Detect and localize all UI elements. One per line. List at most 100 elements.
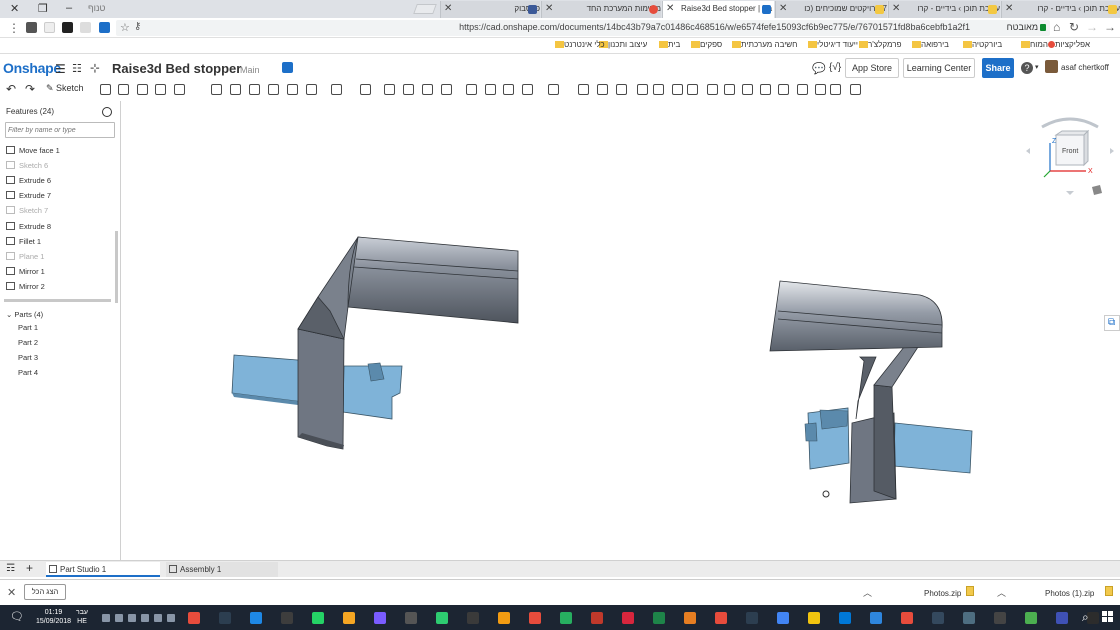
extension-icon[interactable]: [26, 22, 37, 33]
tab-assembly-1[interactable]: Assembly 1: [166, 562, 278, 577]
close-icon[interactable]: ✕: [444, 1, 452, 17]
feature-item[interactable]: Mirror 1: [6, 266, 45, 280]
part-item[interactable]: Part 1: [18, 323, 38, 332]
linear-pattern-icon[interactable]: [331, 84, 342, 95]
delete-part-icon[interactable]: [441, 84, 452, 95]
paint-icon[interactable]: [932, 612, 944, 624]
configure-icon[interactable]: ⊹: [90, 61, 100, 75]
chrome-icon[interactable]: [343, 612, 355, 624]
extension-icon[interactable]: [99, 22, 110, 33]
skype-icon[interactable]: [250, 612, 262, 624]
close-icon[interactable]: ✕: [779, 1, 787, 17]
bookmark-item[interactable]: בירפואה: [909, 40, 949, 49]
part-item[interactable]: Part 4: [18, 368, 38, 377]
add-tab-icon[interactable]: +: [26, 561, 33, 575]
bookmark-item[interactable]: ספקים: [688, 40, 722, 49]
snip-icon[interactable]: [901, 612, 913, 624]
profile-name[interactable]: טנוף: [88, 3, 105, 13]
settings-icon[interactable]: [1087, 612, 1099, 624]
tab-list-icon[interactable]: ☶: [6, 563, 15, 574]
tab-projects[interactable]: ✕ 7 פרויקטים שמוכיחים (כו: [775, 1, 887, 18]
language-indicator[interactable]: עבר HE: [76, 608, 88, 626]
chevron-up-icon[interactable]: ︿: [997, 586, 1006, 599]
feature-item[interactable]: Fillet 1: [6, 236, 41, 250]
tab-part-studio-1[interactable]: Part Studio 1: [46, 562, 160, 577]
forward-icon[interactable]: →: [1086, 20, 1098, 34]
notification-icon[interactable]: 🗨: [10, 610, 24, 623]
download-item-photos-1[interactable]: Photos (1).zip: [1045, 589, 1094, 598]
rotate-right-icon[interactable]: [1110, 148, 1114, 154]
learning-center-button[interactable]: Learning Center: [903, 58, 975, 78]
chevron-up-icon[interactable]: ︿: [863, 586, 872, 599]
close-icon[interactable]: ✕: [7, 586, 16, 599]
explorer-icon[interactable]: [467, 612, 479, 624]
right-panel-toggle[interactable]: ⧉: [1104, 315, 1120, 331]
tab-facebook[interactable]: ✕ פייסבוק: [440, 1, 540, 18]
redo-icon[interactable]: ↷: [25, 82, 35, 96]
graphics-viewport[interactable]: Front Z X ⧉: [122, 101, 1120, 560]
bookmark-star-icon[interactable]: ☆: [120, 21, 130, 34]
rollback-clock-icon[interactable]: [102, 107, 112, 117]
mirror-icon[interactable]: [485, 84, 496, 95]
photos2-icon[interactable]: [870, 612, 882, 624]
view-options-icon[interactable]: [1092, 185, 1102, 195]
part-right-stopper[interactable]: [769, 280, 973, 504]
view-cube[interactable]: Front Z X: [1022, 113, 1120, 203]
helix-icon[interactable]: [597, 84, 608, 95]
sketch-button[interactable]: ✎ Sketch: [46, 83, 84, 94]
tray-icon[interactable]: [141, 614, 149, 622]
bookmark-item[interactable]: ייעוד דיגיטלי: [805, 40, 858, 49]
spotify-icon[interactable]: [963, 612, 975, 624]
inkscape-icon[interactable]: [374, 612, 386, 624]
finish-icon[interactable]: [830, 84, 841, 95]
tab-content-edit-1[interactable]: ✕ עריכת תוכן › בידיים - קרו: [888, 1, 1000, 18]
document-title[interactable]: Raise3d Bed stopper: [112, 61, 241, 76]
share-button[interactable]: Share: [982, 58, 1014, 78]
evernote-icon[interactable]: [560, 612, 572, 624]
mass-properties-icon[interactable]: [653, 84, 664, 95]
reload-icon[interactable]: ↻: [1069, 20, 1079, 34]
user-name[interactable]: asaf chertkoff: [1061, 63, 1109, 72]
bookmark-apps[interactable]: אפליקציות: [1045, 40, 1090, 49]
maps-icon[interactable]: [1025, 612, 1037, 624]
bookmark-item[interactable]: בית: [656, 40, 680, 49]
move-face-icon[interactable]: [503, 84, 514, 95]
sketch-icon[interactable]: [808, 612, 820, 624]
feature-item[interactable]: Extrude 7: [6, 191, 51, 204]
boolean-icon[interactable]: [384, 84, 395, 95]
onshape-logo[interactable]: Onshape: [3, 60, 61, 76]
files-icon[interactable]: [994, 612, 1006, 624]
mate-connector-icon[interactable]: [616, 84, 627, 95]
gimp-icon[interactable]: [529, 612, 541, 624]
bookmark-item[interactable]: פרמקלצ'ר: [856, 40, 901, 49]
taskbar-clock[interactable]: 01:19 15/09/2018: [36, 608, 71, 626]
close-icon[interactable]: ✕: [545, 1, 553, 17]
loft-icon[interactable]: [155, 84, 166, 95]
key-icon[interactable]: ⚷: [134, 21, 141, 32]
modify-fillet-icon[interactable]: [466, 84, 477, 95]
undo-icon[interactable]: ↶: [6, 82, 16, 96]
extension-icon[interactable]: [80, 22, 91, 33]
search-icon[interactable]: ⌕: [1082, 610, 1089, 625]
blender-icon[interactable]: [405, 612, 417, 624]
skype-biz-icon[interactable]: [839, 612, 851, 624]
close-icon[interactable]: ✕: [1005, 1, 1013, 17]
hamburger-menu-icon[interactable]: ☰: [55, 62, 66, 76]
section-view-icon[interactable]: [672, 84, 683, 95]
model-canvas[interactable]: [122, 101, 1120, 560]
sweep-icon[interactable]: [137, 84, 148, 95]
split-icon[interactable]: [403, 84, 414, 95]
tab-content-edit-2[interactable]: ✕ עריכת תוכן › בידיים - קרו: [1001, 1, 1120, 18]
menu-icon[interactable]: ⋮: [8, 21, 20, 35]
window-maximize-icon[interactable]: ❐: [38, 2, 48, 15]
workspace-label[interactable]: Main: [240, 65, 260, 75]
variable-icon[interactable]: [707, 84, 718, 95]
fillet-icon[interactable]: [211, 84, 222, 95]
bend-icon[interactable]: [778, 84, 789, 95]
onshape-app-icon[interactable]: [281, 612, 293, 624]
tray-icon[interactable]: [102, 614, 110, 622]
rotate-left-icon[interactable]: [1026, 148, 1030, 154]
thicken-icon[interactable]: [174, 84, 185, 95]
close-icon[interactable]: ✕: [666, 1, 674, 17]
tray-icon[interactable]: [154, 614, 162, 622]
